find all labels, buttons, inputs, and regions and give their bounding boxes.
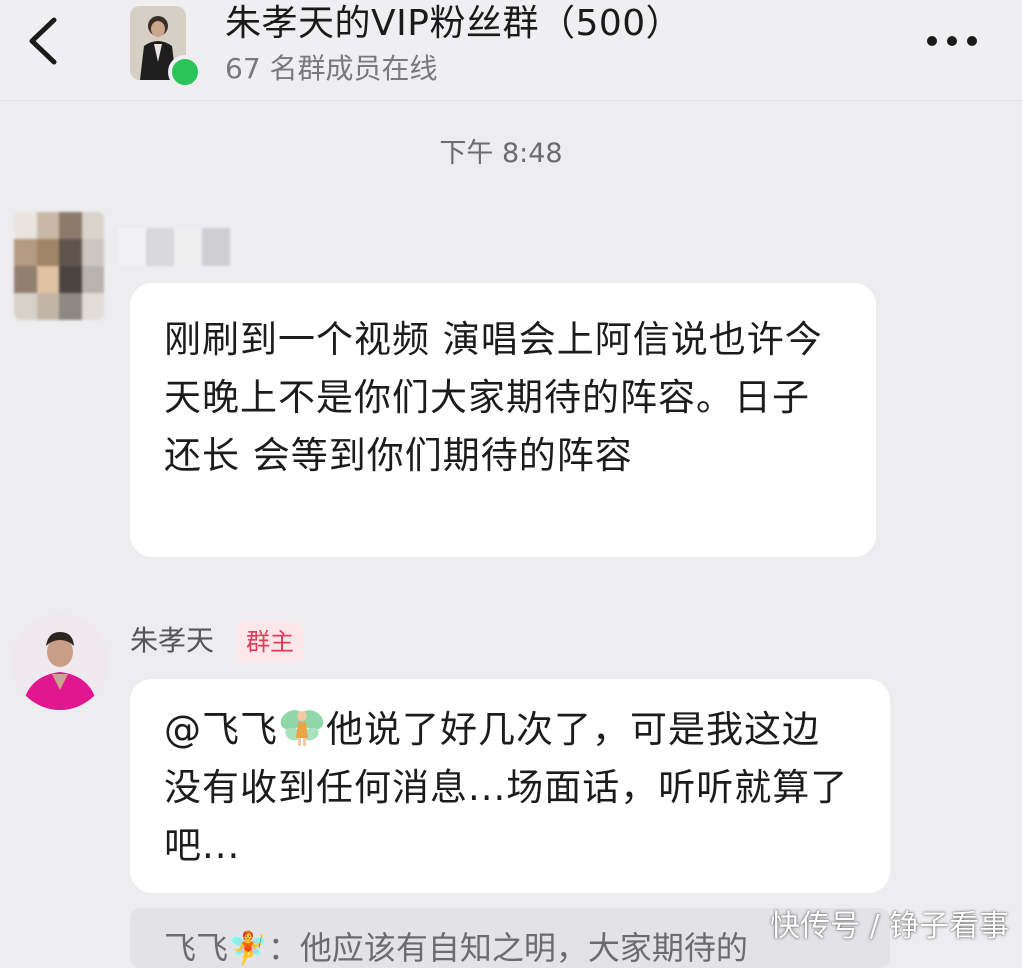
online-status-dot xyxy=(168,55,202,89)
online-member-count: 67 名群成员在线 xyxy=(225,52,438,85)
back-button[interactable] xyxy=(22,14,66,68)
avatar[interactable] xyxy=(12,614,108,710)
message-bubble[interactable]: @飞飞 他说了好几次了，可是我这边没有收到任何消息...场面话，听听就算了吧..… xyxy=(130,679,890,893)
more-horizontal-icon xyxy=(927,36,977,46)
fairy-icon xyxy=(280,710,324,746)
blurred-avatar[interactable] xyxy=(14,212,104,320)
chevron-left-icon xyxy=(29,17,57,65)
message-bubble[interactable]: 刚刷到一个视频 演唱会上阿信说也许今天晚上不是你们大家期待的阵容。日子还长 会等… xyxy=(130,283,876,557)
chat-header: 朱孝天的VIP粉丝群（500） 67 名群成员在线 xyxy=(0,0,1022,101)
mention-link[interactable]: @飞飞 xyxy=(164,708,278,751)
message-text: 刚刷到一个视频 演唱会上阿信说也许今天晚上不是你们大家期待的阵容。日子还长 会等… xyxy=(164,318,823,477)
message-timestamp: 下午 8:48 xyxy=(439,138,563,169)
blurred-sender-name xyxy=(118,228,230,266)
person-photo-icon xyxy=(12,614,108,710)
group-title[interactable]: 朱孝天的VIP粉丝群（500） xyxy=(225,0,682,48)
sender-name[interactable]: 朱孝天 xyxy=(130,620,214,662)
group-owner-badge: 群主 xyxy=(236,622,304,662)
watermark-text: 快传号 / 铮子看事 xyxy=(770,909,1010,944)
message-text: @飞飞 他说了好几次了，可是我这边没有收到任何消息...场面话，听听就算了吧..… xyxy=(164,701,856,875)
more-options-button[interactable] xyxy=(922,26,982,56)
